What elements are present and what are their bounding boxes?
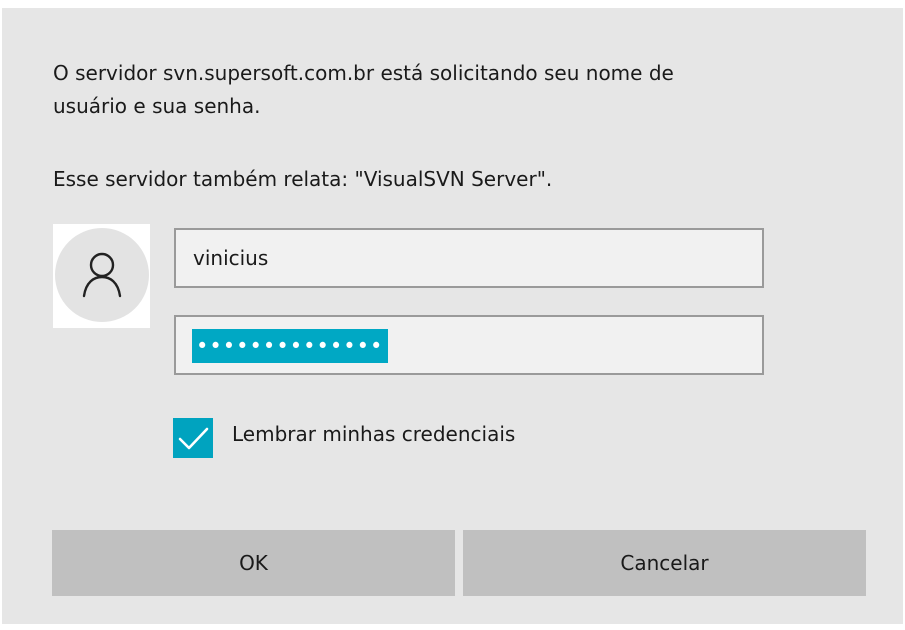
user-icon xyxy=(82,252,122,298)
cancel-button[interactable]: Cancelar xyxy=(463,530,866,596)
username-value: vinicius xyxy=(193,246,269,270)
server-report-message: Esse servidor também relata: "VisualSVN … xyxy=(53,167,553,191)
password-value-selected: •••••••••••••• xyxy=(192,329,389,363)
ok-button[interactable]: OK xyxy=(52,530,455,596)
password-field[interactable]: •••••••••••••• xyxy=(174,315,764,375)
request-message-line-2: usuário e sua senha. xyxy=(53,94,261,118)
username-field[interactable]: vinicius xyxy=(174,228,764,288)
avatar xyxy=(53,224,150,328)
remember-credentials-label[interactable]: Lembrar minhas credenciais xyxy=(232,422,515,446)
remember-credentials-checkbox[interactable] xyxy=(173,418,213,458)
request-message-line-1: O servidor svn.supersoft.com.br está sol… xyxy=(53,61,674,85)
checkmark-icon xyxy=(178,427,209,450)
credential-dialog: O servidor svn.supersoft.com.br está sol… xyxy=(2,8,903,624)
avatar-circle xyxy=(55,228,149,322)
